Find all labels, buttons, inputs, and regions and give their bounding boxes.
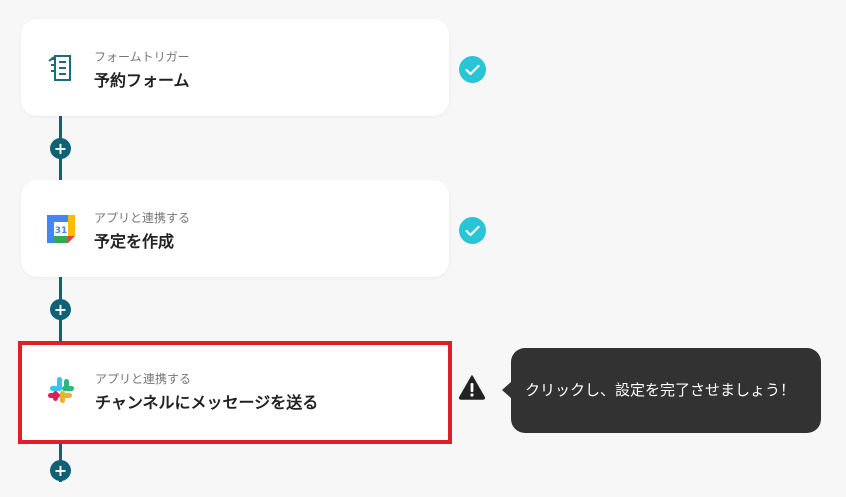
flow-step-card[interactable]: フォームトリガー 予約フォーム: [21, 19, 449, 116]
step-type-label: フォームトリガー: [94, 50, 190, 64]
check-icon: [459, 56, 486, 83]
form-icon: [46, 53, 76, 83]
flow-step-card[interactable]: 31 アプリと連携する 予定を作成: [21, 180, 449, 277]
step-title: 予定を作成: [94, 232, 175, 251]
tooltip-message: クリックし、設定を完了させましょう！: [525, 381, 796, 399]
step-title: 予約フォーム: [94, 71, 190, 90]
guidance-tooltip: クリックし、設定を完了させましょう！: [502, 348, 821, 433]
google-calendar-icon: 31: [46, 214, 76, 244]
check-icon: [459, 217, 486, 244]
warning-icon: [458, 374, 486, 400]
svg-text:31: 31: [55, 226, 68, 236]
step-title: チャンネルにメッセージを送る: [95, 393, 319, 412]
step-type-label: アプリと連携する: [95, 372, 192, 386]
slack-icon: [46, 375, 76, 405]
add-step-button[interactable]: +: [50, 460, 71, 481]
flow-step-card[interactable]: アプリと連携する チャンネルにメッセージを送る: [18, 341, 452, 444]
add-step-button[interactable]: +: [50, 138, 71, 159]
step-type-label: アプリと連携する: [94, 211, 191, 225]
add-step-button[interactable]: +: [50, 299, 71, 320]
